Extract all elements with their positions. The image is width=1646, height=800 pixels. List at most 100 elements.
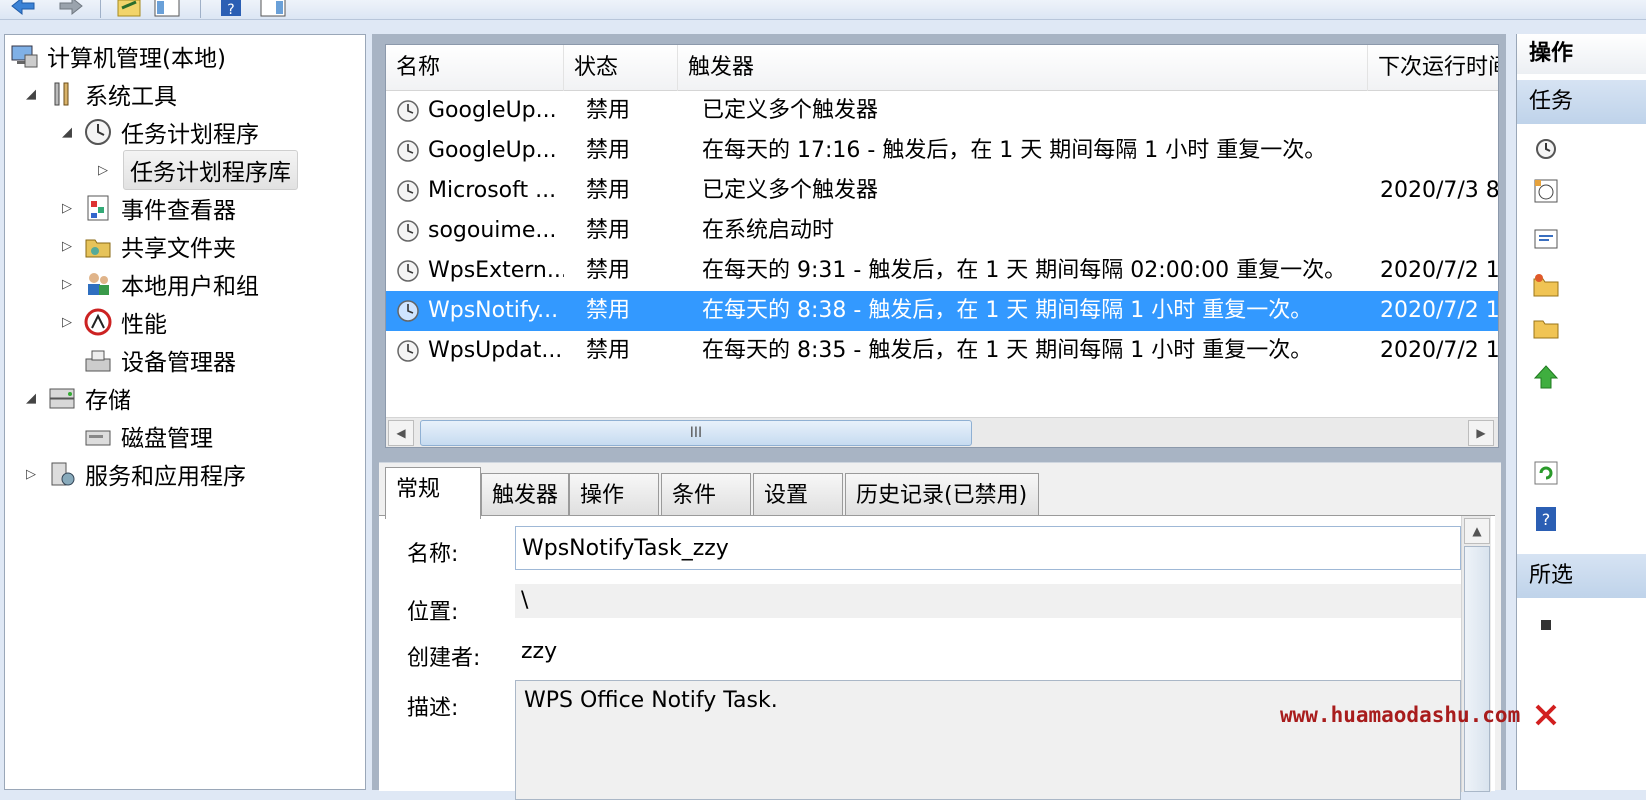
expander-arrow[interactable]: ▷ [57,277,77,292]
cell-status: 禁用 [586,258,631,283]
console-tree: 计算机管理(本地) ◢ 系统工具 ◢ 任务计划程序 ▷ 任务计划程序库 ▷ 事件… [4,34,366,790]
tab-general[interactable]: 常规 [385,467,481,519]
tree-item-label: 设备管理器 [121,350,236,376]
scroll-thumb[interactable] [1464,546,1490,792]
actions-section-selected[interactable]: 所选 [1517,554,1646,598]
cell-next-run: 2020/7/2 1 [1380,258,1499,283]
tab-history[interactable]: 历史记录(已禁用) [845,473,1039,517]
name-field[interactable]: WpsNotifyTask_zzy [515,526,1461,570]
expander-arrow[interactable]: ◢ [21,87,41,102]
toolbar-separator [200,0,201,18]
refresh-icon[interactable] [1531,458,1561,488]
tree-item-label: 事件查看器 [121,198,236,224]
tree-item-event-viewer[interactable]: ▷ 事件查看器 [57,191,236,225]
tree-item-performance[interactable]: ▷ 性能 [57,305,167,339]
task-row[interactable]: Microsoft ... 禁用 已定义多个触发器 2020/7/3 8 [386,171,1498,211]
vertical-scrollbar[interactable]: ▲ [1461,516,1491,792]
column-header-status[interactable]: 状态 [564,45,678,91]
column-header-next-run-time[interactable]: 下次运行时间 [1368,45,1498,91]
tree-item-device-manager[interactable]: 设备管理器 [83,343,236,377]
actions-pane: 操作 任务 ? 所选 [1516,34,1646,790]
general-tab-body: 名称: WpsNotifyTask_zzy 位置: \ 创建者: zzy 描述:… [379,515,1495,800]
tree-item-label: 服务和应用程序 [85,464,246,490]
expander-arrow[interactable]: ▷ [57,239,77,254]
tree-item-shared-folders[interactable]: ▷ 共享文件夹 [57,229,236,263]
expander-arrow[interactable]: ◢ [57,125,77,140]
cell-status: 禁用 [586,98,631,123]
actions-section-task[interactable]: 任务 [1517,80,1646,124]
cell-name: WpsNotify... [428,298,559,323]
description-field[interactable]: WPS Office Notify Task. [515,680,1461,800]
forward-arrow-icon[interactable] [56,0,86,18]
scroll-left-button[interactable]: ◀ [388,420,414,446]
disk-management-icon [83,421,113,451]
task-row[interactable]: WpsUpdat... 禁用 在每天的 8:35 - 触发后，在 1 天 期间每隔 … [386,331,1499,371]
device-manager-icon [83,345,113,375]
tree-item-local-users-groups[interactable]: ▷ 本地用户和组 [57,267,259,301]
scroll-right-button[interactable]: ▶ [1468,420,1494,446]
tree-item-label: 计算机管理(本地) [47,46,226,72]
tree-item-system-tools[interactable]: ◢ 系统工具 [21,77,177,111]
back-arrow-icon[interactable] [8,0,38,18]
cell-name: WpsExtern... [428,258,564,283]
horizontal-scrollbar[interactable]: ◀ III ▶ [386,417,1498,447]
task-scheduler-icon [83,117,113,147]
scroll-thumb[interactable]: III [420,420,972,446]
tree-item-task-scheduler-library[interactable]: ▷ 任务计划程序库 [93,150,298,190]
tree-item-label: 磁盘管理 [121,426,213,452]
show-hide-action-pane-icon[interactable] [258,0,288,18]
column-header-triggers[interactable]: 触发器 [678,45,1368,91]
tree-item-task-scheduler[interactable]: ◢ 任务计划程序 [57,115,259,149]
show-hide-tree-icon[interactable] [152,0,182,18]
import-task-icon[interactable] [1531,224,1561,254]
create-task-icon[interactable] [1531,176,1561,206]
cell-name: Microsoft ... [428,178,557,203]
clock-icon[interactable] [1531,134,1561,164]
cell-status: 禁用 [586,138,631,163]
cell-name: GoogleUp... [428,98,557,123]
tab-triggers[interactable]: 触发器 [481,473,569,517]
cell-status: 禁用 [586,218,631,243]
list-header: 名称 状态 触发器 下次运行时间 [386,45,1498,91]
cell-status: 禁用 [586,178,631,203]
task-row[interactable]: WpsExtern... 禁用 在每天的 9:31 - 触发后，在 1 天 期间每隔… [386,251,1499,291]
tab-actions[interactable]: 操作 [569,473,659,517]
tree-item-computer-management[interactable]: 计算机管理(本地) [9,39,226,73]
folder-icon[interactable] [1531,312,1561,342]
expander-arrow[interactable]: ▷ [57,201,77,216]
task-list: 名称 状态 触发器 下次运行时间 GoogleUp... 禁用 已定义多个触发器 Go… [385,44,1499,448]
tab-conditions[interactable]: 条件 [661,473,751,517]
help-icon[interactable]: ? [1531,504,1561,534]
new-folder-icon[interactable] [1531,270,1561,300]
storage-icon [47,383,77,413]
expander-arrow[interactable]: ▷ [57,315,77,330]
cell-status: 禁用 [586,298,631,323]
delete-icon[interactable] [1531,700,1561,730]
help-icon[interactable]: ? [216,0,246,18]
task-row[interactable]: WpsNotify... 禁用 在每天的 8:38 - 触发后，在 1 天 期间每隔… [386,291,1498,331]
scroll-up-button[interactable]: ▲ [1464,518,1490,544]
tree-item-disk-management[interactable]: 磁盘管理 [83,419,213,453]
cell-trigger: 在每天的 17:16 - 触发后，在 1 天 期间每隔 1 小时 重复一次。 [702,138,1327,163]
expander-arrow[interactable]: ▷ [21,467,41,482]
task-row[interactable]: GoogleUp... 禁用 已定义多个触发器 [386,91,1498,131]
column-header-name[interactable]: 名称 [386,45,564,91]
cell-name: sogouime... [428,218,557,243]
up-arrow-icon[interactable] [1531,362,1561,392]
watermark: www.huamaodashu.com [1280,703,1521,727]
properties-icon[interactable] [114,0,144,18]
task-row[interactable]: GoogleUp... 禁用 在每天的 17:16 - 触发后，在 1 天 期间每隔… [386,131,1498,171]
tree-item-services-applications[interactable]: ▷ 服务和应用程序 [21,457,246,491]
author-value: zzy [521,639,558,664]
expander-arrow[interactable]: ◢ [21,391,41,406]
tab-settings[interactable]: 设置 [753,473,843,517]
tree-item-storage[interactable]: ◢ 存储 [21,381,131,415]
task-clock-icon [397,340,419,362]
cell-next-run: 2020/7/2 1 [1380,338,1499,363]
task-clock-icon [397,260,419,282]
details-panel: 常规 触发器 操作 条件 设置 历史记录(已禁用) 名称: WpsNotifyT… [379,462,1501,800]
expander-arrow[interactable]: ▷ [93,163,113,178]
cell-next-run [1380,91,1498,131]
task-row[interactable]: sogouime... 禁用 在系统启动时 [386,211,1498,251]
stop-icon[interactable] [1531,610,1561,640]
